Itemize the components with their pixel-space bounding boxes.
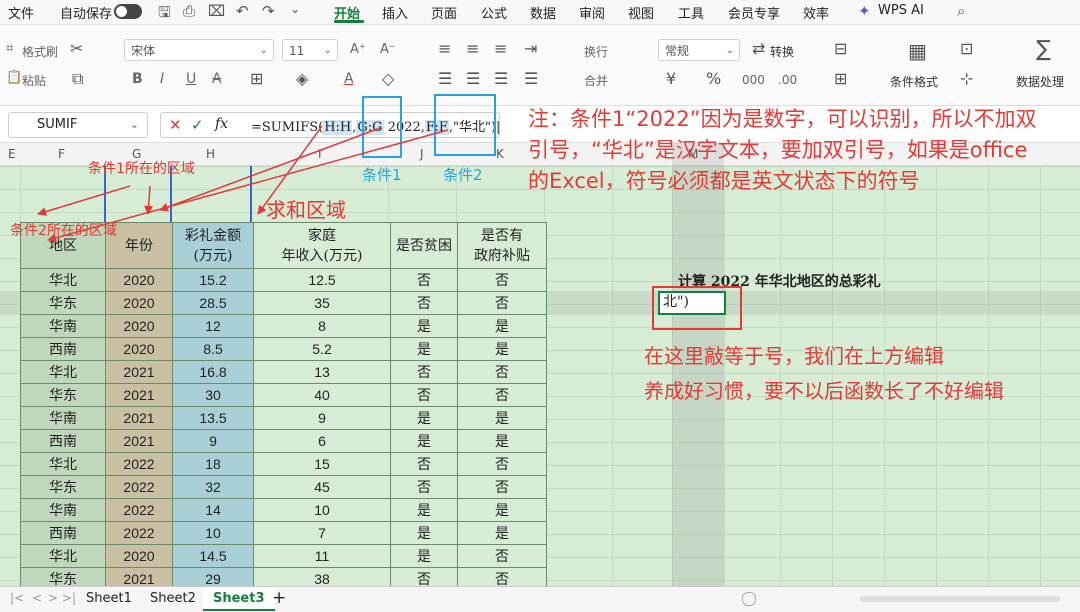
annotation-arrows [37, 125, 449, 243]
sheet-tab-2[interactable]: Sheet2 [140, 587, 206, 611]
scroll-indicator-icon[interactable] [742, 592, 756, 606]
prev-sheet-icon[interactable]: < [32, 591, 42, 605]
next-sheet-icon[interactable]: > [48, 591, 58, 605]
arrow-cond1-label [37, 185, 131, 216]
horizontal-scrollbar[interactable] [860, 596, 1060, 602]
sheet-tab-bar: |< < > >| Sheet1 Sheet2 Sheet3 + [0, 586, 1080, 612]
arrow-cond1-label-2 [144, 185, 154, 215]
add-sheet-icon[interactable]: + [272, 588, 286, 608]
last-sheet-icon[interactable]: >| [62, 591, 76, 605]
arrow-cond2-area [47, 129, 449, 243]
sheet-tab-3[interactable]: Sheet3 [203, 587, 275, 611]
first-sheet-icon[interactable]: |< [10, 591, 24, 605]
sheet-tab-1[interactable]: Sheet1 [76, 587, 142, 611]
